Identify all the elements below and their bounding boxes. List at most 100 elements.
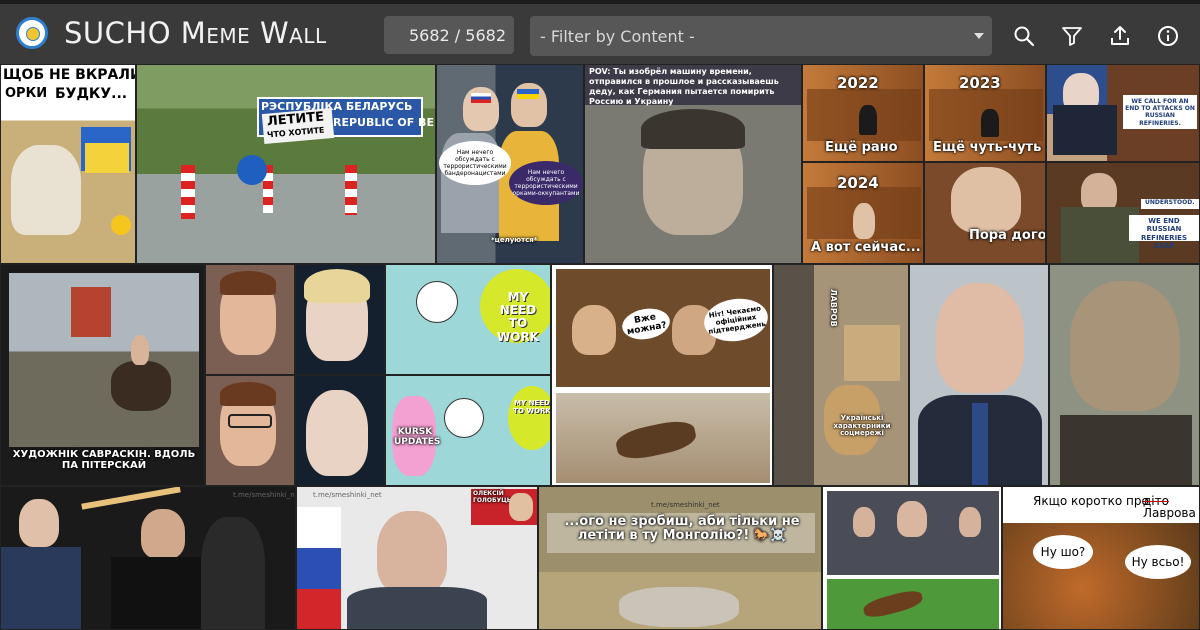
meme-tile[interactable]: 2023 Ещё чуть-чуть — [924, 64, 1046, 162]
meme-caption: MY NEED TO WORK — [497, 290, 539, 344]
year-label: 2022 — [837, 74, 879, 92]
barrier-post — [345, 165, 357, 215]
meme-tile[interactable]: РЭСПУБЛІКА БЕЛАРУСЬ REPUBLIC OF BELARUS … — [136, 64, 436, 264]
person-body — [347, 587, 487, 629]
meme-grid: ЩОБ НЕ ВКРАЛИ ОРКИ БУДКУ... РЭСПУБЛІКА Б… — [0, 64, 1200, 630]
person-image — [897, 501, 927, 537]
meme-caption: *целуются* — [491, 236, 538, 244]
image-counter: 5682 / 5682 — [384, 16, 514, 54]
meme-tile[interactable]: t.me/smeshinki_net ОЛЕКСІЙ ГОЛОБУЦЬКИЙ — [296, 486, 538, 630]
road-sign — [237, 155, 267, 185]
app-title: SUCHO Meme Wall — [64, 16, 327, 50]
sign-text: REPUBLIC OF BELARUS — [333, 116, 435, 129]
watermark: t.me/smeshinki_net — [651, 501, 720, 509]
person-body — [1, 547, 81, 629]
meme-caption: А вот сейчас... — [811, 240, 921, 255]
meme-tile[interactable] — [295, 264, 385, 375]
meme-caption: БУДКУ... — [55, 86, 128, 102]
watermark: t.me/smeshinki_net — [313, 491, 382, 499]
top-bar: SUCHO Meme Wall 5682 / 5682 - Filter by … — [0, 0, 1200, 64]
meme-tile[interactable]: Якщо коротко про діто Лаврова Ну шо? Ну … — [1002, 486, 1200, 630]
meme-tile[interactable] — [822, 486, 1002, 630]
filter-icon[interactable] — [1060, 24, 1084, 48]
filter-select[interactable]: - Filter by Content - — [530, 16, 992, 56]
person-image — [959, 507, 981, 537]
tie-image — [972, 403, 988, 485]
meme-caption: KURSK UPDATES — [394, 427, 441, 447]
person-image — [306, 390, 368, 476]
meme-tile[interactable]: MY NEED TO WORK — [385, 264, 551, 375]
person-image — [853, 203, 875, 239]
meme-caption: ЛАВРОВ — [828, 289, 838, 327]
meme-tile[interactable]: Нам нечего обсуждать с террористическими… — [436, 64, 584, 264]
meme-tile[interactable]: ...ого не зробиш, аби тільки не летіти в… — [538, 486, 822, 630]
meme-caption: MY NEED TO WORK — [513, 399, 551, 415]
meme-caption: Якщо коротко про — [1033, 494, 1149, 508]
watermark: t.me/smeshinki_net — [233, 491, 296, 499]
meme-tile[interactable] — [1049, 264, 1200, 486]
speech-bubble: Нам нечего обсуждать с террористическими… — [509, 161, 583, 205]
meme-tile[interactable]: Вже можна? Ніт! Чекаємо офіційних підтве… — [551, 264, 773, 486]
meme-tile[interactable]: 2024 А вот сейчас... — [802, 162, 924, 264]
person-image — [853, 507, 875, 537]
meme-tile[interactable] — [205, 264, 295, 375]
meme-tile[interactable]: Пора договариваться — [924, 162, 1046, 264]
search-icon[interactable] — [1012, 24, 1036, 48]
flag-image — [471, 93, 491, 103]
reaper-image — [201, 517, 265, 629]
person-image — [19, 499, 59, 547]
meme-tile[interactable] — [909, 264, 1049, 486]
person-body — [1053, 105, 1117, 155]
meme-tile[interactable]: UNDERSTOOD. WE END RUSSIAN REFINERIES AS… — [1046, 162, 1200, 264]
hair-image — [220, 271, 276, 295]
meme-caption: ОРКИ — [5, 86, 48, 102]
character-image — [444, 398, 484, 438]
meme-tile[interactable]: POV: Ты изобрёл машину времени, отправил… — [584, 64, 802, 264]
horse-image — [111, 361, 171, 411]
meme-caption: Лаврова — [1143, 506, 1196, 520]
meme-tile[interactable] — [205, 375, 295, 486]
hair-image — [220, 382, 276, 406]
horse-image — [619, 587, 739, 627]
meme-tile[interactable]: ЛАВРОВ Українські характерники соцмережі — [773, 264, 909, 486]
scythe-image — [81, 487, 181, 510]
year-label: 2023 — [959, 74, 1001, 92]
armor-image — [1060, 415, 1192, 485]
person-image — [572, 305, 616, 355]
flag-image — [297, 507, 341, 629]
info-icon[interactable] — [1156, 24, 1180, 48]
emoji-icon — [111, 215, 131, 235]
flag-image — [517, 89, 539, 99]
person-image — [141, 509, 185, 559]
meme-tile[interactable] — [295, 375, 385, 486]
dog-image — [11, 145, 81, 235]
meme-tile[interactable]: t.me/smeshinki_net — [0, 486, 296, 630]
meme-tile[interactable]: KURSK UPDATES MY NEED TO WORK — [385, 375, 551, 486]
person-image — [377, 511, 447, 595]
year-label: 2024 — [837, 174, 879, 192]
meme-caption: Ещё чуть-чуть — [933, 140, 1042, 155]
meme-caption: Українські характерники соцмережі — [833, 414, 891, 438]
meme-caption: UNDERSTOOD. — [1145, 199, 1195, 206]
meme-tile[interactable]: ЩОБ НЕ ВКРАЛИ ОРКИ БУДКУ... — [0, 64, 136, 264]
speech-bubble: Ну шо? — [1033, 535, 1093, 569]
doghouse-image — [85, 143, 129, 173]
upload-icon[interactable] — [1108, 24, 1132, 48]
hair-image — [304, 269, 370, 303]
author-badge-text: ОЛЕКСІЙ ГОЛОБУЦЬКИЙ — [473, 490, 527, 504]
glasses-image — [228, 414, 272, 428]
person-body — [1061, 207, 1139, 263]
goal-circle — [508, 386, 550, 450]
person-image — [951, 167, 1021, 233]
meme-caption: POV: Ты изобрёл машину времени, отправил… — [589, 67, 779, 106]
rider-image — [131, 335, 149, 365]
meme-tile[interactable]: ХУДОЖНІК САВРАСКІН. ВДОЛЬ ПА ПІТЕРСКАЙ — [0, 264, 205, 486]
person-body — [111, 557, 201, 629]
meme-tile[interactable]: WE CALL FOR AN END TO ATTACKS ON RUSSIAN… — [1046, 64, 1200, 162]
railing-image — [774, 265, 814, 485]
meme-caption: ...ого не зробиш, аби тільки не летіти в… — [564, 514, 800, 544]
barrier-post — [181, 165, 195, 219]
meme-tile[interactable]: 2022 Ещё рано — [802, 64, 924, 162]
meme-caption: Ещё рано — [825, 140, 898, 155]
meme-caption: Пора договариваться — [969, 228, 1046, 243]
